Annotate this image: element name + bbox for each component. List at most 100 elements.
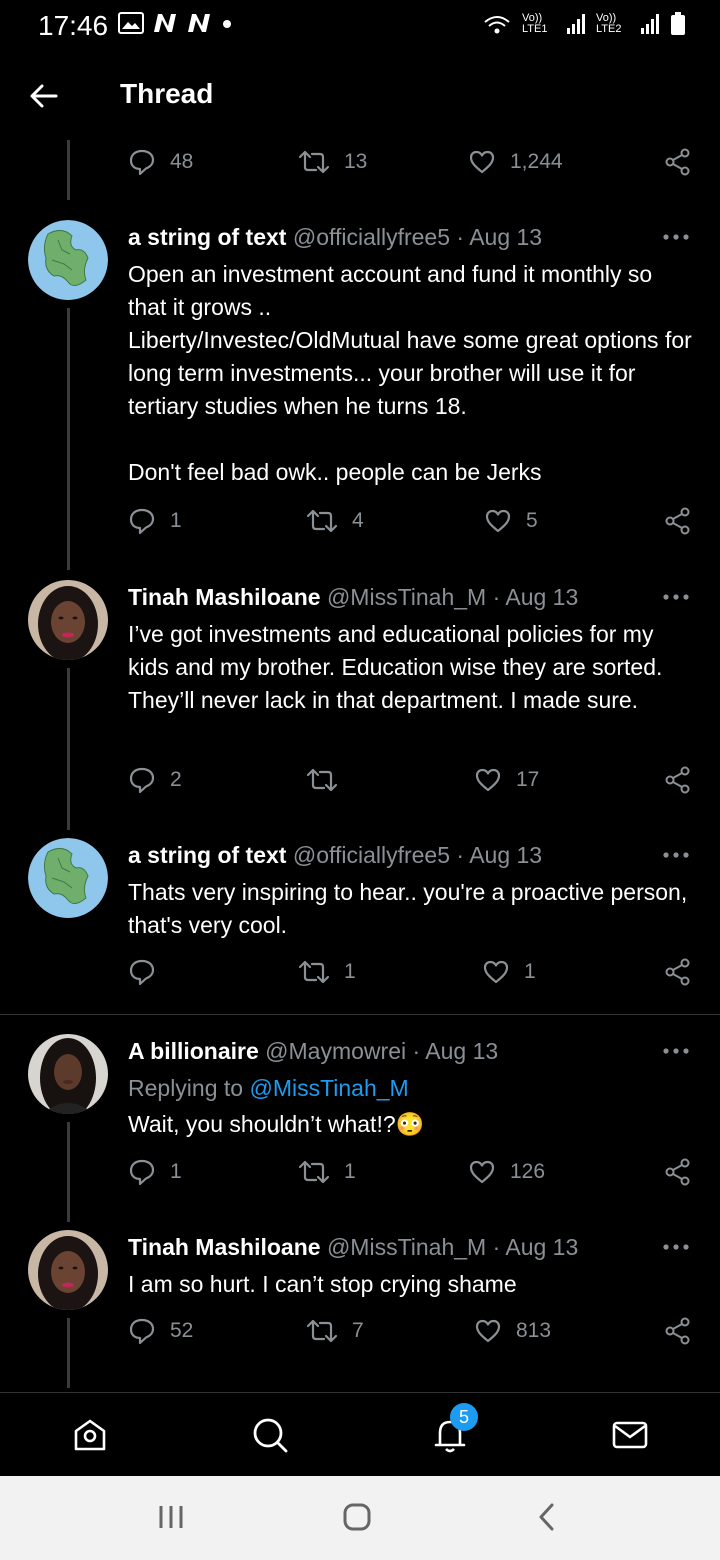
heart-icon (469, 1160, 495, 1184)
back-button-icon[interactable] (532, 1502, 562, 1532)
author-name[interactable]: a string of text (128, 842, 286, 868)
tweet-actions: 1 4 5 (128, 507, 694, 547)
tweet[interactable]: Tinah Mashiloane @MissTinah_M · Aug 13 I… (0, 1230, 720, 1330)
tweet-text: Open an investment account and fund it m… (128, 261, 692, 485)
like-button[interactable]: 5 (484, 507, 538, 535)
woman-avatar (28, 1230, 108, 1310)
more-options-icon[interactable] (662, 592, 690, 602)
mention-link[interactable]: @MissTinah_M (249, 1075, 408, 1101)
author-name[interactable]: A billionaire (128, 1038, 259, 1064)
tweet[interactable]: A billionaire @Maymowrei · Aug 13 Replyi… (0, 1034, 720, 1154)
dot-icon (223, 20, 231, 28)
retweet-button[interactable]: 1 (298, 958, 356, 986)
tweet-text: I am so hurt. I can’t stop crying shame (128, 1271, 517, 1297)
tweet-text: Thats very inspiring to hear.. you're a … (128, 879, 694, 938)
retweet-button[interactable]: 4 (306, 507, 364, 535)
like-button[interactable]: 126 (468, 1158, 545, 1186)
reply-count: 1 (170, 1160, 182, 1183)
share-button[interactable] (664, 766, 692, 794)
avatar[interactable] (28, 220, 108, 300)
n-icon (154, 14, 176, 32)
reply-button[interactable] (128, 958, 170, 986)
author-name[interactable]: Tinah Mashiloane (128, 584, 321, 610)
globe-avatar (28, 838, 108, 918)
n-icon (188, 14, 210, 32)
system-nav-bar (0, 1476, 720, 1560)
more-options-icon[interactable] (662, 232, 690, 242)
reply-button[interactable]: 1 (128, 1158, 182, 1186)
more-options-icon[interactable] (662, 1046, 690, 1056)
like-count: 17 (516, 768, 540, 791)
avatar[interactable] (28, 580, 108, 660)
tweet-header: A billionaire @Maymowrei · Aug 13 (128, 1038, 660, 1065)
share-icon (665, 958, 690, 986)
retweet-count: 1 (344, 1160, 356, 1183)
author-meta: @officiallyfree5 · Aug 13 (292, 224, 543, 250)
reply-button[interactable]: 48 (128, 148, 193, 176)
reply-icon (129, 1159, 155, 1186)
home-button-icon[interactable] (342, 1502, 372, 1532)
retweet-button[interactable]: 13 (298, 148, 367, 176)
share-icon (665, 507, 690, 535)
share-button[interactable] (664, 1317, 692, 1345)
home-icon[interactable] (70, 1415, 110, 1455)
more-options-icon[interactable] (662, 1242, 690, 1252)
divider (0, 1014, 720, 1015)
tweet-actions: 48 13 1,244 (128, 148, 694, 188)
tweet[interactable]: a string of text @officiallyfree5 · Aug … (0, 838, 720, 978)
tweet[interactable]: Tinah Mashiloane @MissTinah_M · Aug 13 I… (0, 580, 720, 780)
woman-avatar (28, 580, 108, 660)
share-button[interactable] (664, 148, 692, 176)
author-name[interactable]: a string of text (128, 224, 286, 250)
like-button[interactable]: 813 (474, 1317, 551, 1345)
tweet-actions: 1 1 126 (128, 1158, 694, 1198)
retweet-icon (298, 1160, 330, 1184)
share-icon (665, 148, 690, 176)
reply-icon (129, 959, 155, 986)
battery-icon (671, 12, 685, 35)
avatar[interactable] (28, 838, 108, 918)
reply-icon (129, 149, 155, 176)
tweet-actions: 2 17 (128, 766, 694, 806)
avatar[interactable] (28, 1230, 108, 1310)
share-button[interactable] (664, 958, 692, 986)
tweet-actions: 1 1 (128, 958, 694, 998)
notifications-badge: 5 (450, 1403, 478, 1431)
more-options-icon[interactable] (662, 850, 690, 860)
mail-icon[interactable] (610, 1415, 650, 1455)
wifi-icon (484, 16, 510, 34)
recent-apps-icon[interactable] (156, 1502, 186, 1532)
share-button[interactable] (664, 507, 692, 535)
like-button[interactable]: 1 (482, 958, 536, 986)
share-button[interactable] (664, 1158, 692, 1186)
retweet-button[interactable] (306, 766, 352, 794)
reply-icon (129, 1318, 155, 1345)
signal-icon (567, 14, 585, 34)
like-count: 5 (526, 509, 538, 532)
reply-icon (129, 508, 155, 535)
heart-icon (483, 960, 509, 984)
notification-icons (118, 12, 234, 34)
retweet-button[interactable]: 7 (306, 1317, 364, 1345)
avatar[interactable] (28, 1034, 108, 1114)
back-arrow-icon[interactable] (28, 80, 60, 112)
search-icon[interactable] (250, 1415, 290, 1455)
share-icon (665, 1158, 690, 1186)
tweet-header: Tinah Mashiloane @MissTinah_M · Aug 13 (128, 1234, 660, 1261)
reply-button[interactable]: 52 (128, 1317, 193, 1345)
reply-button[interactable]: 1 (128, 507, 182, 535)
share-icon (665, 766, 690, 794)
sim2-label: Vo)) LTE2 (596, 12, 622, 35)
author-meta: @MissTinah_M · Aug 13 (326, 1234, 579, 1260)
status-bar: 17:46 Vo)) LTE1 Vo)) LTE2 (0, 0, 720, 52)
retweet-count: 4 (352, 509, 364, 532)
like-button[interactable]: 17 (474, 766, 539, 794)
retweet-count: 7 (352, 1319, 364, 1342)
author-meta: @Maymowrei · Aug 13 (265, 1038, 499, 1064)
author-name[interactable]: Tinah Mashiloane (128, 1234, 321, 1260)
retweet-button[interactable]: 1 (298, 1158, 356, 1186)
reply-button[interactable]: 2 (128, 766, 182, 794)
like-button[interactable]: 1,244 (468, 148, 563, 176)
like-count: 1 (524, 960, 536, 983)
author-meta: @officiallyfree5 · Aug 13 (292, 842, 543, 868)
